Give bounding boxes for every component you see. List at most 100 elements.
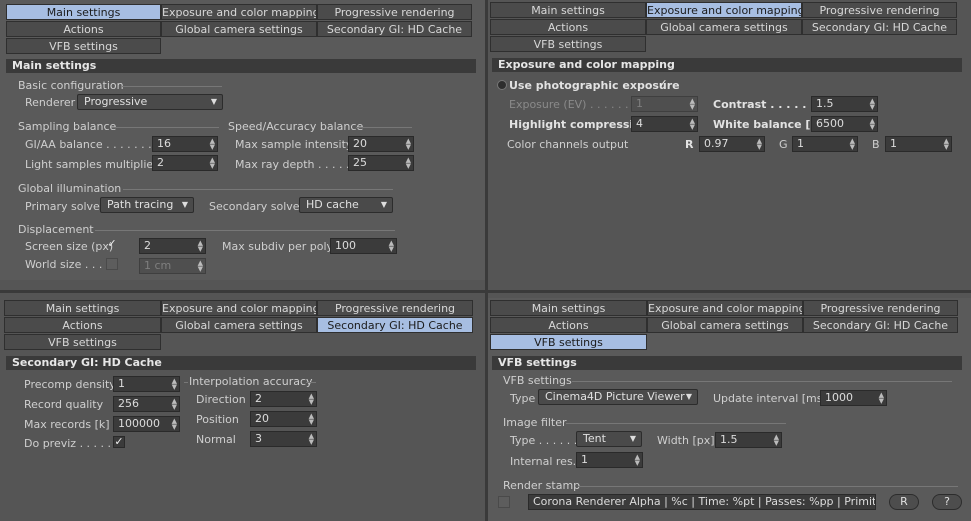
light-samples-input[interactable]: 2 ▲ ▼ bbox=[152, 155, 218, 171]
group-rule bbox=[122, 86, 222, 87]
tab-progressive[interactable]: Progressive rendering bbox=[802, 2, 957, 18]
tab-main-settings[interactable]: Main settings bbox=[490, 2, 646, 18]
max-records-input[interactable]: 100000 ▲ ▼ bbox=[113, 416, 180, 432]
position-input[interactable]: 20 ▲ ▼ bbox=[250, 411, 317, 427]
r-input[interactable]: 0.97 ▲ ▼ bbox=[699, 136, 765, 152]
tab-camera[interactable]: Global camera settings bbox=[646, 19, 802, 35]
max-subdiv-input[interactable]: 100 ▲ ▼ bbox=[330, 238, 397, 254]
max-ray-input[interactable]: 25 ▲ ▼ bbox=[348, 155, 414, 171]
tab-secondary-gi[interactable]: Secondary GI: HD Cache bbox=[803, 317, 958, 333]
tab-camera[interactable]: Global camera settings bbox=[647, 317, 803, 333]
render-stamp-reset-button[interactable]: R bbox=[889, 494, 919, 510]
exposure-ev-input[interactable]: 1 ▲ ▼ bbox=[631, 96, 698, 112]
tab-actions[interactable]: Actions bbox=[6, 21, 161, 37]
tab-progressive[interactable]: Progressive rendering bbox=[317, 300, 473, 316]
spinner-arrows-icon[interactable]: ▲ ▼ bbox=[210, 138, 215, 151]
photographic-exposure-radio[interactable] bbox=[497, 80, 507, 90]
spinner-arrows-icon[interactable]: ▲ ▼ bbox=[172, 378, 177, 391]
tab-vfb[interactable]: VFB settings bbox=[4, 334, 161, 350]
spinner-arrows-icon[interactable]: ▲ ▼ bbox=[198, 240, 203, 253]
use-photographic-label: Use photographic exposure bbox=[509, 79, 680, 92]
record-quality-input[interactable]: 256 ▲ ▼ bbox=[113, 396, 180, 412]
screen-size-input[interactable]: 2 ▲ ▼ bbox=[139, 238, 206, 254]
tab-actions[interactable]: Actions bbox=[490, 317, 647, 333]
spinner-arrows-icon[interactable]: ▲ ▼ bbox=[406, 138, 411, 151]
filter-width-input[interactable]: 1.5 ▲ ▼ bbox=[715, 432, 782, 448]
world-size-checkbox[interactable] bbox=[106, 258, 118, 270]
spinner-arrows-icon[interactable]: ▲ ▼ bbox=[774, 434, 779, 447]
internal-res-value: 1 bbox=[581, 453, 588, 466]
secondary-solver-dropdown[interactable]: HD cache ▼ bbox=[299, 197, 393, 213]
tab-main-settings[interactable]: Main settings bbox=[6, 4, 161, 20]
spinner-arrows-icon[interactable]: ▲ ▼ bbox=[309, 433, 314, 446]
light-samples-label: Light samples multiplier bbox=[25, 158, 158, 171]
position-value: 20 bbox=[255, 412, 269, 425]
spinner-arrows-icon[interactable]: ▲ ▼ bbox=[870, 98, 875, 111]
help-button[interactable]: ? bbox=[932, 494, 962, 510]
tab-secondary-gi[interactable]: Secondary GI: HD Cache bbox=[317, 21, 472, 37]
spinner-arrows-icon[interactable]: ▲ ▼ bbox=[198, 260, 203, 273]
precomp-density-input[interactable]: 1 ▲ ▼ bbox=[113, 376, 180, 392]
update-interval-input[interactable]: 1000 ▲ ▼ bbox=[820, 390, 887, 406]
spinner-arrows-icon[interactable]: ▲ ▼ bbox=[690, 98, 695, 111]
gi-aa-input[interactable]: 16 ▲ ▼ bbox=[152, 136, 218, 152]
spinner-arrows-icon[interactable]: ▲ ▼ bbox=[172, 418, 177, 431]
spinner-arrows-icon[interactable]: ▲ ▼ bbox=[635, 454, 640, 467]
render-stamp-input[interactable]: Corona Renderer Alpha | %c | Time: %pt |… bbox=[528, 494, 876, 510]
tab-vfb[interactable]: VFB settings bbox=[6, 38, 161, 54]
spinner-arrows-icon[interactable]: ▲ ▼ bbox=[309, 393, 314, 406]
use-photographic-checkbox[interactable]: ✓ bbox=[657, 78, 669, 91]
b-input[interactable]: 1 ▲ ▼ bbox=[885, 136, 952, 152]
update-interval-value: 1000 bbox=[825, 391, 853, 404]
normal-input[interactable]: 3 ▲ ▼ bbox=[250, 431, 317, 447]
render-stamp-checkbox[interactable] bbox=[498, 496, 510, 508]
tab-exposure[interactable]: Exposure and color mapping bbox=[646, 2, 802, 18]
tab-vfb[interactable]: VFB settings bbox=[490, 334, 647, 350]
tab-vfb[interactable]: VFB settings bbox=[490, 36, 646, 52]
vfb-type-dropdown[interactable]: Cinema4D Picture Viewer ▼ bbox=[538, 389, 698, 405]
tab-camera[interactable]: Global camera settings bbox=[161, 21, 317, 37]
tab-exposure[interactable]: Exposure and color mapping bbox=[161, 4, 317, 20]
max-sample-input[interactable]: 20 ▲ ▼ bbox=[348, 136, 414, 152]
spinner-arrows-icon[interactable]: ▲ ▼ bbox=[309, 413, 314, 426]
primary-solver-dropdown[interactable]: Path tracing ▼ bbox=[100, 197, 194, 213]
precomp-density-value: 1 bbox=[118, 377, 125, 390]
spinner-arrows-icon[interactable]: ▲ ▼ bbox=[944, 138, 949, 151]
spinner-arrows-icon[interactable]: ▲ ▼ bbox=[850, 138, 855, 151]
direction-value: 2 bbox=[255, 392, 262, 405]
world-size-input[interactable]: 1 cm ▲ ▼ bbox=[139, 258, 206, 274]
tab-secondary-gi[interactable]: Secondary GI: HD Cache bbox=[802, 19, 957, 35]
internal-res-input[interactable]: 1 ▲ ▼ bbox=[576, 452, 643, 468]
tab-camera[interactable]: Global camera settings bbox=[161, 317, 317, 333]
group-rule bbox=[572, 381, 952, 382]
spinner-arrows-icon[interactable]: ▲ ▼ bbox=[389, 240, 394, 253]
spinner-arrows-icon[interactable]: ▲ ▼ bbox=[870, 118, 875, 131]
tab-main-settings[interactable]: Main settings bbox=[4, 300, 161, 316]
tab-exposure[interactable]: Exposure and color mapping bbox=[647, 300, 803, 316]
filter-type-dropdown[interactable]: Tent ▼ bbox=[576, 431, 642, 447]
screen-size-checkbox[interactable]: ✓ bbox=[106, 238, 118, 251]
tab-actions[interactable]: Actions bbox=[490, 19, 646, 35]
white-balance-input[interactable]: 6500 ▲ ▼ bbox=[811, 116, 878, 132]
renderer-dropdown[interactable]: Progressive ▼ bbox=[77, 94, 223, 110]
do-previz-checkbox[interactable]: ✓ bbox=[113, 436, 125, 448]
direction-input[interactable]: 2 ▲ ▼ bbox=[250, 391, 317, 407]
highlight-compression-input[interactable]: 4 ▲ ▼ bbox=[631, 116, 698, 132]
spinner-arrows-icon[interactable]: ▲ ▼ bbox=[210, 157, 215, 170]
tab-exposure[interactable]: Exposure and color mapping bbox=[161, 300, 317, 316]
spinner-arrows-icon[interactable]: ▲ ▼ bbox=[690, 118, 695, 131]
g-label: G bbox=[779, 138, 788, 151]
tab-actions[interactable]: Actions bbox=[4, 317, 161, 333]
spinner-arrows-icon[interactable]: ▲ ▼ bbox=[757, 138, 762, 151]
spinner-arrows-icon[interactable]: ▲ ▼ bbox=[406, 157, 411, 170]
spinner-arrows-icon[interactable]: ▲ ▼ bbox=[879, 392, 884, 405]
g-input[interactable]: 1 ▲ ▼ bbox=[792, 136, 858, 152]
spinner-arrows-icon[interactable]: ▲ ▼ bbox=[172, 398, 177, 411]
tab-progressive[interactable]: Progressive rendering bbox=[803, 300, 958, 316]
group-rule bbox=[95, 230, 395, 231]
group-rule bbox=[356, 127, 412, 128]
tab-progressive[interactable]: Progressive rendering bbox=[317, 4, 472, 20]
tab-main-settings[interactable]: Main settings bbox=[490, 300, 647, 316]
tab-secondary-gi[interactable]: Secondary GI: HD Cache bbox=[317, 317, 473, 333]
contrast-input[interactable]: 1.5 ▲ ▼ bbox=[811, 96, 878, 112]
